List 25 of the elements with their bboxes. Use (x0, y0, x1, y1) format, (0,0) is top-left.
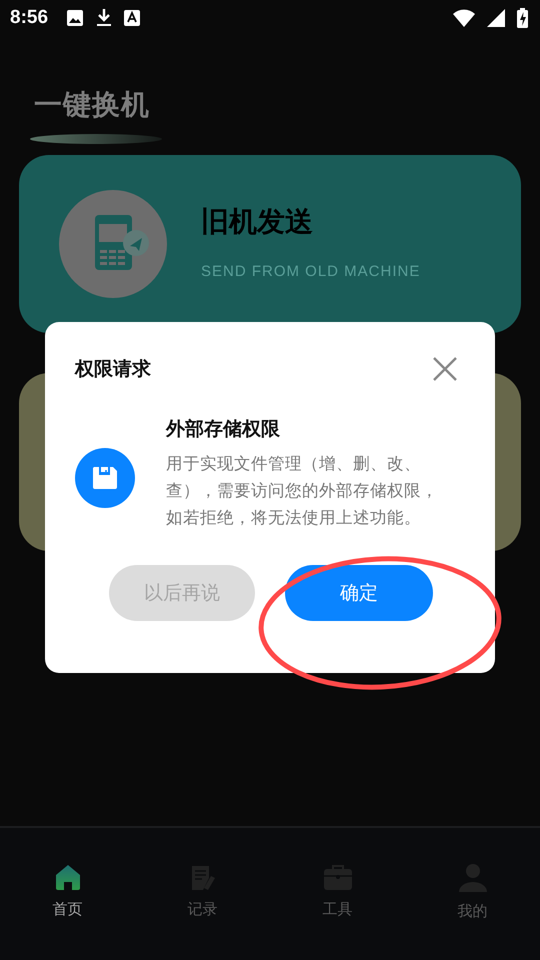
font-icon (124, 9, 140, 27)
nav-tab[interactable]: 我的 (405, 828, 540, 960)
save-icon (75, 448, 135, 508)
feature-card[interactable]: 旧机发送 SEND FROM OLD MACHINE (19, 155, 521, 333)
card-title: 旧机发送 (201, 204, 314, 240)
nav-tab[interactable]: 首页 (0, 828, 135, 960)
permission-description: 用于实现文件管理（增、删、改、查），需要访问您的外部存储权限，如若拒绝，将无法使用上述功能。 (166, 453, 439, 529)
download-icon (96, 8, 112, 28)
close-icon[interactable] (433, 357, 457, 381)
phone-send-icon (59, 190, 167, 298)
permission-title: 外部存储权限 (166, 417, 281, 442)
app-title: 一键换机 (34, 88, 150, 121)
nav-tab[interactable]: 记录 (135, 828, 270, 960)
image-icon (66, 9, 84, 27)
briefcase-icon (324, 864, 352, 890)
nav-tab[interactable]: 工具 (270, 828, 405, 960)
signal-icon (487, 9, 505, 27)
card-subtitle: SEND FROM OLD MACHINE (201, 262, 420, 280)
person-icon (458, 864, 486, 892)
battery-charging-icon (517, 8, 528, 28)
dialog-title: 权限请求 (75, 357, 151, 382)
wifi-icon (453, 9, 475, 27)
home-icon (54, 864, 80, 890)
confirm-button[interactable]: 确定 (285, 565, 433, 621)
status-time: 8:56 (10, 7, 48, 29)
